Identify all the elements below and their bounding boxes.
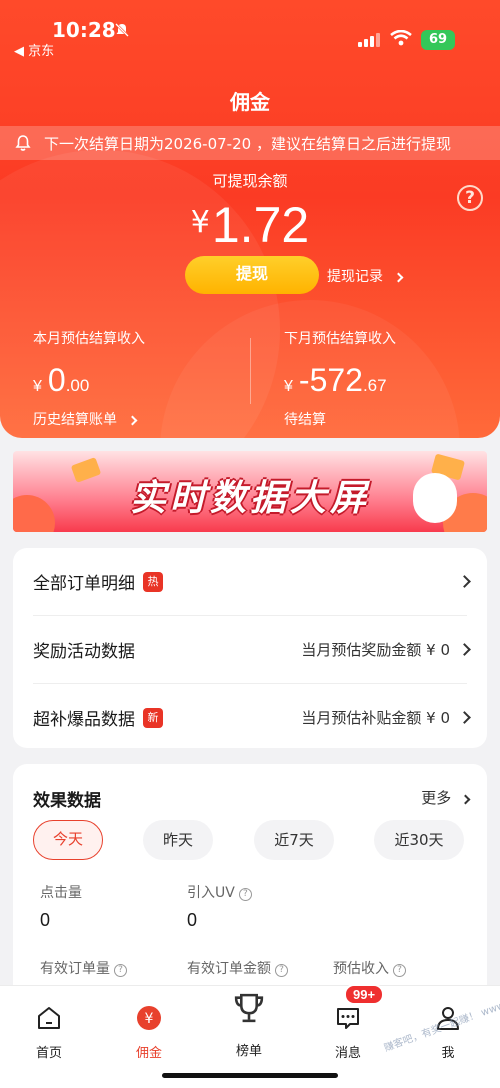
this-month-label: 本月预估结算收入 — [33, 331, 145, 347]
chevron-right-icon — [458, 711, 471, 724]
metric-label: 点击量 — [40, 885, 82, 901]
effect-data-title: 效果数据 — [33, 791, 101, 811]
svg-text:¥: ¥ — [145, 1011, 154, 1027]
page-title: 佣金 — [230, 90, 270, 114]
this-month-value: ¥0.00 — [33, 362, 145, 399]
metric-valid-order-amount: 有效订单金额? — [187, 958, 288, 978]
metric-uv: 引入UV? 0 — [187, 882, 252, 931]
menu-item-right: 当月预估奖励金额 ¥ 0 — [301, 639, 471, 660]
withdraw-record-link[interactable]: 提现记录 — [327, 266, 404, 286]
back-to-app-link[interactable]: ◀ 京东 — [14, 40, 54, 59]
next-month-label: 下月预估结算收入 — [284, 331, 396, 347]
bell-icon — [15, 135, 31, 151]
help-icon[interactable]: ? — [275, 964, 288, 977]
currency-symbol: ¥ — [284, 378, 293, 395]
chevron-right-icon — [460, 794, 471, 805]
silent-bell-icon — [115, 23, 129, 37]
battery-indicator: 69 — [421, 30, 455, 50]
tab-home[interactable]: 首页 — [14, 1004, 84, 1061]
tab-30-days[interactable]: 近30天 — [374, 820, 464, 860]
help-icon[interactable]: ? — [114, 964, 127, 977]
value-integer: -572 — [298, 362, 363, 398]
metric-label: 有效订单金额 — [187, 961, 271, 977]
help-icon[interactable]: ? — [393, 964, 406, 977]
metric-estimated-income: 预估收入? — [333, 958, 406, 978]
tab-label: 消息 — [334, 1046, 361, 1061]
stat-divider — [250, 338, 251, 404]
metric-clicks: 点击量 0 — [40, 882, 82, 931]
menu-item-right — [450, 575, 471, 588]
menu-item-label: 全部订单明细 — [33, 574, 135, 594]
pending-settlement-status: 待结算 — [284, 412, 326, 428]
home-indicator — [162, 1073, 338, 1078]
metric-label: 预估收入 — [333, 961, 389, 977]
wifi-icon — [390, 30, 412, 46]
data-menu-card: 全部订单明细 热 奖励活动数据 当月预估奖励金额 ¥ 0 超补爆品数据 新 当月… — [13, 548, 487, 748]
status-time: 10:28 — [52, 18, 116, 42]
metric-label: 有效订单量 — [40, 961, 110, 977]
tab-label: 榜单 — [235, 1044, 262, 1059]
withdraw-record-label: 提现记录 — [327, 269, 383, 285]
tab-today[interactable]: 今天 — [33, 820, 103, 860]
value-decimal: .67 — [362, 376, 387, 395]
chevron-right-icon — [128, 415, 138, 426]
value-decimal: .00 — [65, 376, 90, 395]
tab-label: 佣金 — [135, 1046, 162, 1061]
next-month-value: ¥ -572.67 — [284, 362, 396, 399]
subsidy-estimate: 当月预估补贴金额 ¥ 0 — [301, 709, 450, 727]
more-link[interactable]: 更多 — [421, 787, 471, 808]
chevron-right-icon — [458, 643, 471, 656]
currency-symbol: ¥ — [33, 378, 42, 395]
chevron-right-icon — [458, 575, 471, 588]
menu-item-label: 超补爆品数据 — [33, 710, 135, 730]
menu-item-subsidy-products[interactable]: 超补爆品数据 新 当月预估补贴金额 ¥ 0 — [13, 684, 487, 751]
available-balance-label: 可提现余额 — [212, 172, 288, 190]
tab-yesterday[interactable]: 昨天 — [143, 820, 213, 860]
hot-tag: 热 — [143, 571, 163, 592]
home-icon — [38, 1007, 60, 1029]
menu-item-reward-activity[interactable]: 奖励活动数据 当月预估奖励金额 ¥ 0 — [13, 616, 487, 683]
settlement-notice: 下一次结算日期为2026-07-20 ，建议在结算日之后进行提现 — [0, 126, 500, 160]
tab-label: 我 — [441, 1046, 455, 1061]
balance-amount: 1.72 — [211, 197, 310, 253]
currency-symbol: ¥ — [190, 205, 210, 240]
message-icon — [337, 1008, 359, 1029]
menu-item-all-orders[interactable]: 全部订单明细 热 — [13, 548, 487, 615]
available-balance: ¥1.72 — [0, 196, 500, 254]
new-tag: 新 — [143, 707, 163, 728]
banner-title: 实时数据大屏 — [129, 478, 370, 519]
history-bill-link[interactable]: 历史结算账单 — [33, 409, 145, 429]
cellular-signal-icon — [358, 33, 380, 47]
menu-item-label: 奖励活动数据 — [33, 642, 135, 662]
value-integer: 0 — [47, 362, 66, 398]
metric-value: 0 — [187, 910, 198, 930]
history-bill-label: 历史结算账单 — [33, 412, 117, 428]
help-icon[interactable]: ? — [238, 888, 252, 901]
realtime-dashboard-banner[interactable]: 实时数据大屏 — [13, 451, 487, 532]
tab-messages[interactable]: 消息 — [313, 1004, 383, 1061]
chevron-right-icon — [394, 272, 404, 283]
metric-value: 0 — [40, 910, 51, 930]
tab-label: 首页 — [35, 1046, 62, 1061]
next-month-estimate: 下月预估结算收入 ¥ -572.67 待结算 — [284, 328, 396, 429]
tab-ranking[interactable]: 榜单 — [214, 990, 284, 1059]
notice-text: 下一次结算日期为2026-07-20 ，建议在结算日之后进行提现 — [44, 134, 451, 153]
trophy-icon — [234, 993, 264, 1023]
menu-item-right: 当月预估补贴金额 ¥ 0 — [301, 707, 471, 728]
withdraw-button[interactable]: 提现 — [185, 256, 319, 294]
time-range-tabs: 今天 昨天 近7天 近30天 — [33, 820, 464, 860]
yuan-icon: ¥ — [137, 1006, 161, 1030]
tab-7-days[interactable]: 近7天 — [254, 820, 334, 860]
metric-valid-orders: 有效订单量? — [40, 958, 127, 978]
more-label: 更多 — [421, 789, 452, 807]
tab-commission[interactable]: ¥ 佣金 — [114, 1004, 184, 1061]
this-month-estimate: 本月预估结算收入 ¥0.00 历史结算账单 — [33, 328, 145, 429]
reward-estimate: 当月预估奖励金额 ¥ 0 — [301, 641, 450, 659]
metric-label: 引入UV — [187, 885, 235, 901]
message-count-badge: 99+ — [344, 984, 385, 1005]
